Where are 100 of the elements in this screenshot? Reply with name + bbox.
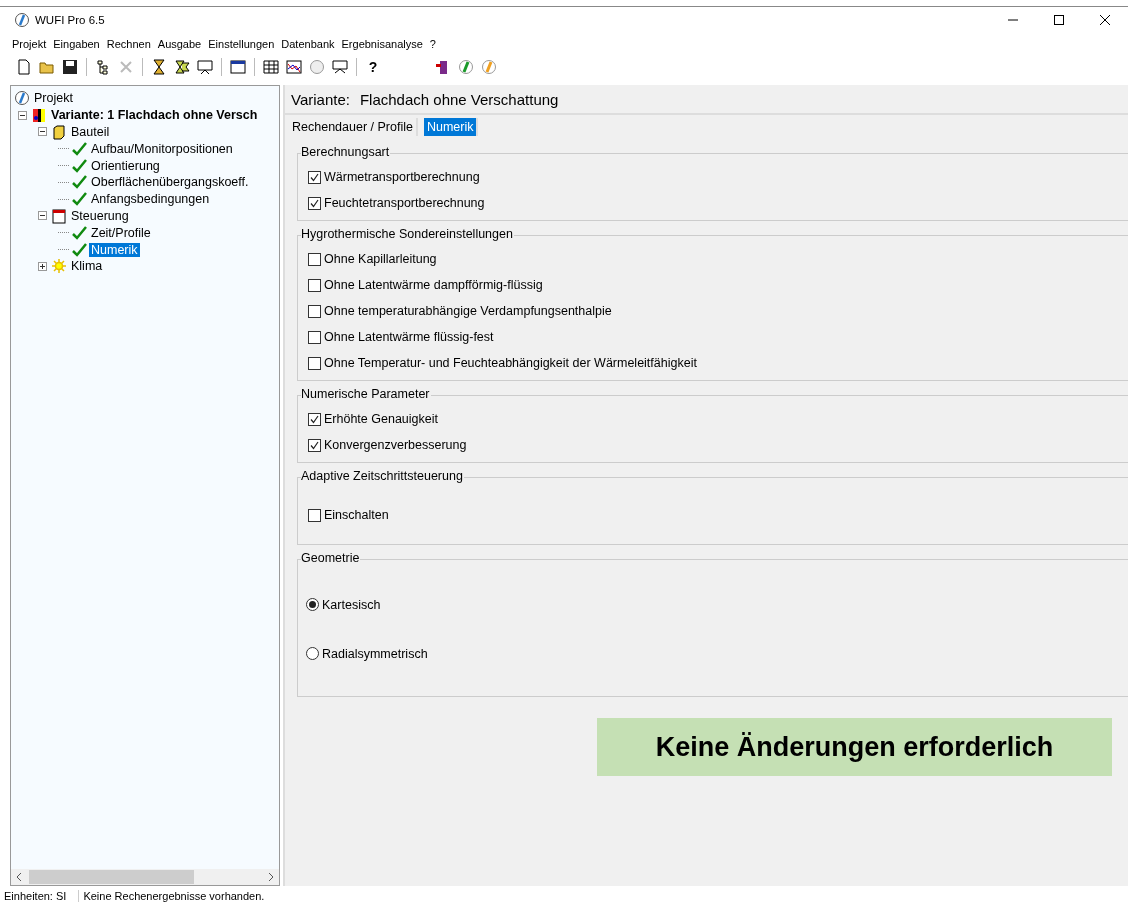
tree-item[interactable]: Variante: 1 Flachdach ohne Versch — [49, 108, 260, 123]
chevron-right-icon — [268, 873, 274, 881]
help-button[interactable]: ? — [365, 59, 381, 75]
tree-item[interactable]: Zeit/Profile — [89, 225, 153, 240]
tree-item[interactable]: Klima — [69, 259, 105, 274]
scroll-thumb[interactable] — [29, 870, 194, 884]
circle-logo-icon — [309, 59, 325, 75]
hourglass-icon — [151, 59, 167, 75]
checkbox[interactable] — [308, 170, 321, 184]
checkbox[interactable] — [308, 196, 321, 210]
logo-button[interactable] — [458, 59, 474, 75]
checkmark-icon — [71, 174, 87, 191]
tab[interactable]: Rechendauer / Profile — [289, 118, 418, 136]
menu-item[interactable]: Ausgabe — [157, 38, 202, 50]
hourglass-stack-icon — [174, 59, 190, 75]
panel-title: Flachdach ohne Verschattung — [359, 90, 559, 108]
save-button[interactable] — [62, 59, 78, 75]
menu-item[interactable]: Projekt — [12, 38, 47, 50]
open-folder-icon — [39, 59, 55, 75]
tree-item[interactable]: Projekt — [32, 91, 75, 106]
menu-item[interactable]: Einstellungen — [208, 38, 275, 50]
open-folder-button[interactable] — [39, 59, 55, 75]
hourglass-button[interactable] — [151, 59, 167, 75]
checkbox[interactable] — [308, 330, 321, 344]
tree-item[interactable]: Steuerung — [69, 208, 131, 223]
presentation-button[interactable] — [197, 59, 213, 75]
group-title: Numerische Parameter — [301, 387, 431, 401]
checkbox-label: Einschalten — [324, 508, 389, 522]
group-title: Geometrie — [301, 551, 361, 565]
checkmark-icon — [71, 241, 87, 258]
collapse-toggle[interactable] — [18, 110, 27, 120]
panel-title-label: Variante: — [291, 90, 350, 108]
menu-item[interactable]: Datenbank — [281, 38, 335, 50]
tree-item[interactable]: Numerik — [89, 242, 140, 257]
status-text: Einheiten: SI — [0, 889, 80, 902]
window-icon — [230, 59, 246, 75]
tree-item[interactable]: Oberflächenübergangskoeff. — [89, 175, 251, 190]
expand-toggle[interactable] — [38, 261, 47, 271]
checkbox[interactable] — [308, 304, 321, 318]
window-button[interactable] — [230, 59, 246, 75]
collapse-toggle[interactable] — [38, 211, 47, 221]
menu-item[interactable]: Ergebnisanalyse — [341, 38, 423, 50]
tree-item[interactable]: Aufbau/Monitorpositionen — [89, 141, 235, 156]
chart-board-button[interactable] — [332, 59, 348, 75]
tree-structure-button[interactable] — [95, 59, 111, 75]
tree-item[interactable]: Anfangsbedingungen — [89, 192, 212, 207]
option-label: Radialsymmetrisch — [322, 646, 428, 661]
menu-item[interactable]: Rechnen — [106, 38, 151, 50]
checkbox[interactable] — [308, 438, 321, 452]
block-icon — [51, 124, 67, 140]
app-logo-button[interactable] — [481, 59, 497, 75]
menu-item[interactable]: Eingaben — [53, 38, 100, 50]
new-file-button[interactable] — [16, 59, 32, 75]
chart-board-icon — [332, 59, 348, 75]
minus-icon — [20, 112, 25, 118]
logo-icon — [458, 59, 474, 75]
presentation-icon — [197, 59, 213, 75]
tab[interactable]: Numerik — [423, 118, 479, 136]
maximize-icon — [1054, 15, 1064, 25]
checkbox-label: Konvergenzverbesserung — [324, 438, 467, 452]
sun-icon — [51, 258, 67, 275]
collapse-toggle[interactable] — [38, 127, 47, 137]
checkbox-label: Wärmetransportberechnung — [324, 170, 480, 184]
group-title: Berechnungsart — [301, 145, 391, 159]
option-label: Kartesisch — [322, 597, 381, 612]
circle-logo-button[interactable] — [309, 59, 325, 75]
tree-structure-icon — [95, 59, 111, 75]
app-logo-icon — [481, 59, 497, 75]
checkmark-icon — [71, 224, 87, 241]
horizontal-scrollbar[interactable] — [11, 869, 279, 885]
checkbox[interactable] — [308, 356, 321, 370]
plus-icon — [40, 263, 45, 269]
logo-icon — [14, 90, 30, 107]
checkbox-label: Feuchtetransportberechnung — [324, 196, 485, 210]
checkbox[interactable] — [308, 412, 321, 426]
grid-button[interactable] — [263, 59, 279, 75]
chart-button[interactable] — [286, 59, 302, 75]
window-title: WUFI Pro 6.5 — [35, 14, 105, 26]
checkbox-label: Ohne Temperatur- und Feuchteabhängigkeit der Wärmeleitfähigkeit — [324, 356, 697, 370]
radio-button[interactable] — [306, 598, 319, 611]
menu-item[interactable]: ? — [429, 38, 436, 50]
minus-icon — [40, 213, 45, 219]
checkbox[interactable] — [308, 278, 321, 292]
checkbox[interactable] — [308, 508, 321, 522]
tree-item[interactable]: Bauteil — [69, 125, 112, 139]
callout-note: Keine Änderungen erforderlich — [597, 718, 1112, 776]
grid-icon — [263, 59, 279, 75]
disabled-delete-icon — [118, 59, 134, 75]
checkbox-label: Ohne temperaturabhängige Verdampfungsenthalpie — [324, 304, 612, 318]
app-logo-icon — [14, 12, 30, 28]
minus-icon — [40, 129, 45, 135]
save-icon — [62, 59, 78, 75]
checkmark-icon — [71, 191, 87, 208]
new-file-icon — [16, 59, 32, 75]
hourglass-stack-button[interactable] — [174, 59, 190, 75]
radio-button[interactable] — [306, 647, 319, 660]
tree-item[interactable]: Orientierung — [89, 158, 162, 173]
status-text: Keine Rechenergebnisse vorhanden. — [82, 889, 266, 902]
checkbox[interactable] — [308, 252, 321, 266]
checkmark-icon — [71, 157, 87, 174]
